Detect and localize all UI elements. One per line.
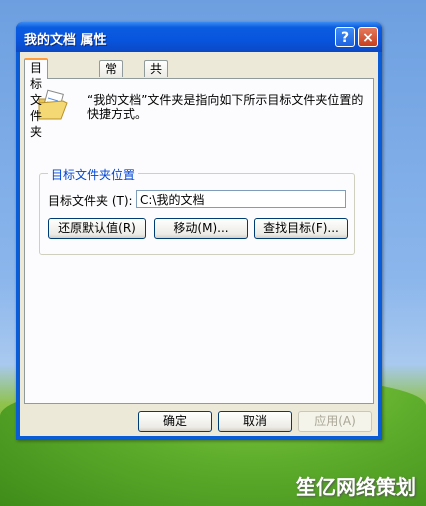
target-label: 目标文件夹 (T): (48, 194, 133, 208)
window-title: 我的文档 属性 (24, 33, 107, 48)
apply-button[interactable]: 应用(A) (298, 411, 372, 432)
tab-panel: “我的文档”文件夹是指向如下所示目标文件夹位置的快捷方式。 目标文件夹位置 目标… (24, 78, 374, 404)
find-target-button[interactable]: 查找目标(F)... (254, 218, 348, 239)
tab-sharing[interactable]: 共享 (144, 60, 169, 92)
properties-dialog: 我的文档 属性 ? × 目标文件夹 常规 共享 “我的文档”文件夹是指向如下所示… (16, 22, 382, 440)
target-path-input[interactable] (136, 190, 346, 208)
folder-description: “我的文档”文件夹是指向如下所示目标文件夹位置的快捷方式。 (87, 93, 364, 121)
close-button[interactable]: × (358, 27, 378, 47)
group-title: 目标文件夹位置 (48, 166, 139, 183)
move-button[interactable]: 移动(M)... (154, 218, 248, 239)
dialog-client: 目标文件夹 常规 共享 “我的文档”文件夹是指向如下所示目标文件夹位置的快捷方式… (20, 52, 378, 436)
cancel-button[interactable]: 取消 (218, 411, 292, 432)
restore-default-button[interactable]: 还原默认值(R) (48, 218, 146, 239)
title-bar[interactable]: 我的文档 属性 ? × (16, 22, 382, 52)
help-button[interactable]: ? (335, 27, 355, 47)
tab-target-folder[interactable]: 目标文件夹 (24, 58, 49, 139)
ok-button[interactable]: 确定 (138, 411, 212, 432)
tab-general[interactable]: 常规 (99, 60, 124, 92)
watermark: 笙亿网络策划 (296, 475, 416, 499)
target-location-group: 目标文件夹位置 目标文件夹 (T): 还原默认值(R) 移动(M)... 查找目… (39, 166, 355, 255)
documents-folder-icon (38, 89, 68, 120)
